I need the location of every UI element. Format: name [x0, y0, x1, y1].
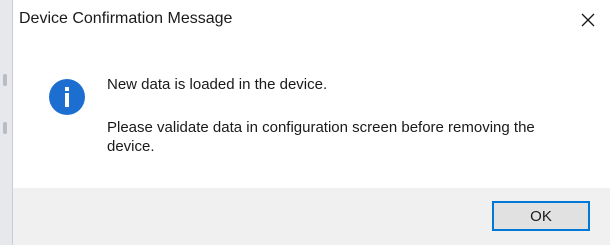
close-button[interactable]: [574, 6, 602, 34]
background-window-notch: [3, 74, 7, 86]
message-line-1: New data is loaded in the device.: [107, 76, 328, 93]
message-area: New data is loaded in the device. Please…: [13, 40, 610, 188]
confirmation-dialog: Device Confirmation Message New data is …: [0, 0, 610, 245]
background-window-edge: [0, 0, 13, 245]
dialog-title: Device Confirmation Message: [19, 10, 233, 27]
background-window-notch: [3, 122, 7, 134]
close-icon: [581, 13, 595, 27]
info-icon: [49, 79, 85, 115]
button-bar: OK: [13, 188, 610, 245]
title-bar: Device Confirmation Message: [13, 0, 610, 40]
ok-button[interactable]: OK: [492, 201, 590, 231]
message-line-2: Please validate data in configuration sc…: [107, 119, 535, 155]
